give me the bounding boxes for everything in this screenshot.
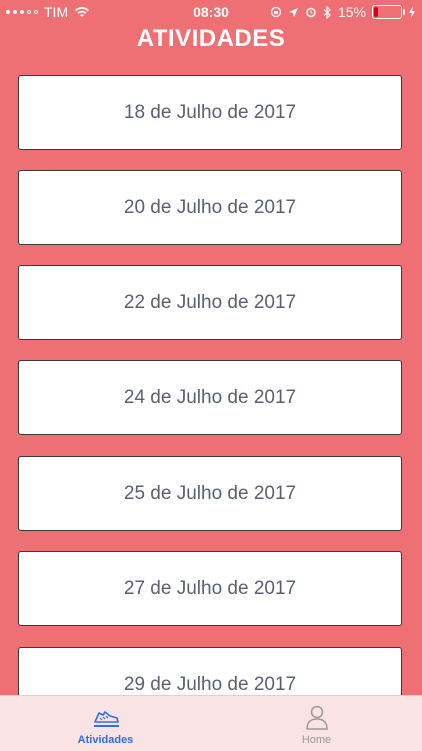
page-title: ATIVIDADES [136,25,286,52]
running-shoes-icon [93,711,119,727]
activity-card[interactable]: 29 de Julho de 2017 [18,647,402,695]
activity-list[interactable]: 18 de Julho de 2017 20 de Julho de 2017 … [0,60,422,695]
activity-card[interactable]: 20 de Julho de 2017 [18,170,402,245]
status-bar: TIM 08:30 15% [0,0,422,22]
tab-label: Home [301,734,332,746]
activity-card[interactable]: 24 de Julho de 2017 [18,360,402,435]
battery-icon [372,5,405,19]
tab-label: Atividades [77,734,134,746]
location-icon [288,7,298,17]
bluetooth-icon [323,5,331,19]
person-icon [305,705,328,730]
alarm-icon [306,7,316,18]
tab-home[interactable]: Home [211,696,422,751]
tab-atividades[interactable]: Atividades [0,696,211,751]
activity-card[interactable]: 18 de Julho de 2017 [18,75,402,150]
tab-bar: Atividades Home [0,695,422,751]
lock-rotation-icon [270,6,282,18]
status-right: 15% [270,4,416,20]
activity-card[interactable]: 25 de Julho de 2017 [18,456,402,531]
activity-card[interactable]: 22 de Julho de 2017 [18,265,402,340]
activity-card[interactable]: 27 de Julho de 2017 [18,551,402,626]
battery-level-fill [374,7,379,17]
battery-percent: 15% [337,4,366,20]
charging-icon [409,6,415,18]
